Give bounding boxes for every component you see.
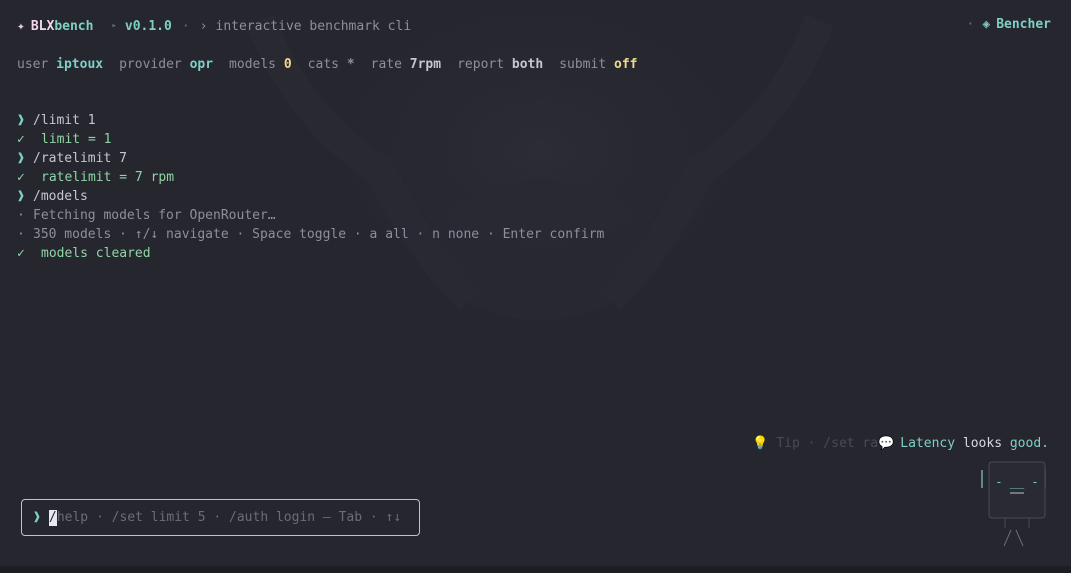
prompt-chevron-icon: ❱	[17, 189, 25, 204]
log-line-info: · 350 models · ↑/↓ navigate · Space toggl…	[17, 225, 604, 244]
log-line-info: · Fetching models for OpenRouter…	[17, 206, 604, 225]
diamond-icon: ◈	[982, 17, 991, 32]
speech-word-3: good.	[1009, 435, 1049, 451]
status-submit-key: submit	[559, 56, 607, 72]
output-log: ❱ /limit 1 ✓ limit = 1 ❱ /ratelimit 7 ✓ rate…	[17, 111, 604, 263]
speech-bubble-icon: 💬	[878, 435, 895, 451]
input-prompt-icon: ❱	[33, 510, 41, 525]
log-text: models cleared	[41, 246, 151, 261]
header-right-separator: ·	[966, 17, 975, 32]
checkmark-icon: ✓	[17, 132, 25, 147]
bottom-strip	[0, 566, 1071, 573]
text-cursor: /	[48, 509, 57, 526]
version-label: v0.1.0	[124, 18, 172, 34]
status-provider-key: provider	[119, 56, 182, 72]
status-report-value: both	[511, 56, 544, 72]
input-placeholder: help · /set limit 5 · /auth login — Tab …	[56, 510, 402, 525]
speech-word-2: looks	[962, 435, 1003, 451]
sparkle-icon: ✦	[17, 18, 25, 34]
status-bar: user iptoux provider opr models 0 cats *…	[17, 55, 653, 73]
log-line-command: ❱ /models	[17, 187, 604, 206]
log-text: Fetching models for OpenRouter…	[33, 208, 276, 223]
mascot-face: - __ -	[995, 475, 1038, 489]
log-text: /models	[33, 189, 88, 204]
log-line-success: ✓ ratelimit = 7 rpm	[17, 168, 604, 187]
status-cats-value: *	[346, 56, 355, 72]
status-rate-value: 7rpm	[409, 56, 442, 72]
tagline: interactive benchmark cli	[215, 18, 412, 34]
checkmark-icon: ✓	[17, 246, 25, 261]
dot-icon: ·	[17, 227, 25, 242]
log-line-command: ❱ /limit 1	[17, 111, 604, 130]
log-line-success: ✓ models cleared	[17, 244, 604, 263]
brand-suffix: bench	[54, 18, 94, 34]
header-separator: ·	[181, 18, 190, 34]
tip-row: 💡 Tip · /set ra 💬 Latency looks good.	[752, 434, 1049, 452]
brand-prefix: BLX	[30, 18, 55, 34]
log-text: /limit 1	[33, 113, 96, 128]
bencher-indicator: · ◈ Bencher	[967, 17, 1051, 32]
mascot-speech: Latency looks good.	[900, 436, 1049, 451]
log-text: 350 models · ↑/↓ navigate · Space toggle…	[33, 227, 605, 242]
dot-icon: ·	[17, 208, 25, 223]
log-text: limit = 1	[41, 132, 112, 147]
status-submit-value: off	[614, 56, 638, 72]
tip-text: 💡 Tip · /set ra	[752, 435, 879, 451]
status-models-key: models	[229, 56, 277, 72]
status-user-key: user	[17, 56, 49, 72]
status-provider-value: opr	[189, 56, 214, 72]
status-rate-key: rate	[370, 56, 402, 72]
log-text: ratelimit = 7 rpm	[41, 170, 175, 185]
log-text: /ratelimit 7	[33, 151, 127, 166]
prompt-chevron-icon: ❱	[17, 151, 25, 166]
background-portrait-art	[246, 0, 834, 390]
status-models-value: 0	[283, 56, 292, 72]
command-input[interactable]: ❱ / help · /set limit 5 · /auth login — …	[21, 499, 420, 536]
status-report-key: report	[457, 56, 505, 72]
chevron-right-icon: ›	[199, 18, 208, 34]
log-line-success: ✓ limit = 1	[17, 130, 604, 149]
status-cats-key: cats	[307, 56, 339, 72]
bencher-label: Bencher	[996, 17, 1051, 32]
mascot-robot-icon: - __ -	[981, 461, 1046, 547]
checkmark-icon: ✓	[17, 170, 25, 185]
log-line-command: ❱ /ratelimit 7	[17, 149, 604, 168]
header-bar: ✦ BLX bench ▸ v0.1.0 · › interactive benc…	[17, 17, 1051, 35]
speech-word-1: Latency	[900, 435, 956, 451]
triangle-right-icon: ▸	[111, 21, 117, 31]
status-user-value: iptoux	[56, 56, 104, 72]
prompt-chevron-icon: ❱	[17, 113, 25, 128]
